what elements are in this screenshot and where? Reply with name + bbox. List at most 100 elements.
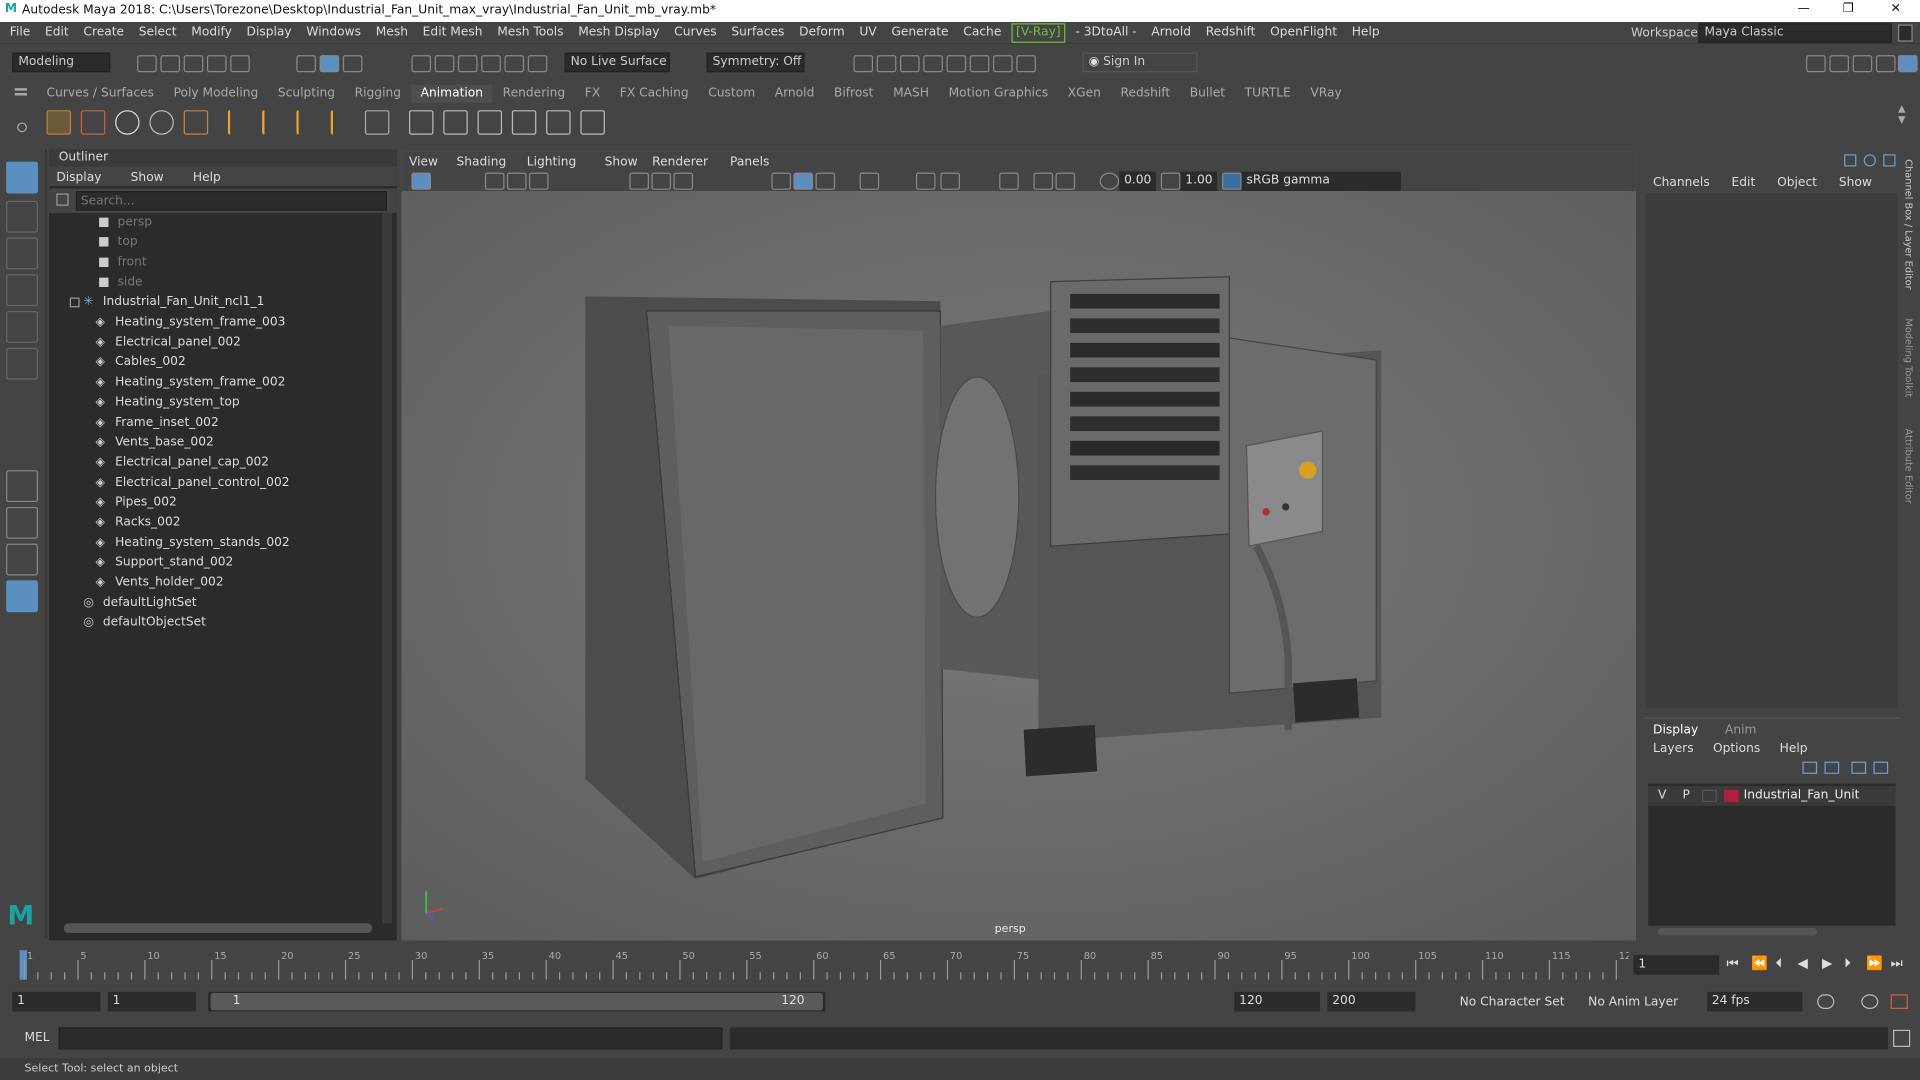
- shelf-tab-turtle[interactable]: TURTLE: [1235, 84, 1301, 104]
- menu-3dtoall[interactable]: - 3DtoAll -: [1068, 22, 1144, 44]
- shelf-options-icon[interactable]: [14, 88, 27, 96]
- menu-arnold[interactable]: Arnold: [1144, 22, 1198, 44]
- shelf-tab-rendering[interactable]: Rendering: [493, 84, 575, 104]
- viewport-menu-renderer[interactable]: Renderer: [652, 156, 708, 169]
- loop-icon[interactable]: [1817, 994, 1835, 1009]
- minimize-button[interactable]: —: [1798, 2, 1810, 15]
- channel-help-icon[interactable]: [1863, 154, 1876, 167]
- four-view-icon[interactable]: [6, 506, 38, 539]
- outliner-row[interactable]: ◈ Vents_base_002: [49, 433, 380, 453]
- film-gate-icon[interactable]: [651, 172, 672, 190]
- redo-icon[interactable]: [230, 55, 250, 73]
- ghost-icon[interactable]: [149, 110, 174, 135]
- channel-float-icon[interactable]: [1883, 154, 1896, 167]
- lasso-tool-icon[interactable]: [6, 200, 38, 233]
- outliner-row[interactable]: ◎ defaultObjectSet: [49, 613, 380, 633]
- path-animation-icon[interactable]: [443, 110, 468, 135]
- live-surface-field[interactable]: No Live Surface: [564, 52, 670, 73]
- undo-icon[interactable]: [206, 55, 227, 73]
- script-editor-icon[interactable]: [1893, 1029, 1911, 1047]
- render-settings-icon[interactable]: [923, 55, 943, 73]
- channel-menu-edit[interactable]: Edit: [1732, 176, 1756, 189]
- outliner-row[interactable]: ◈ Pipes_002: [49, 493, 380, 513]
- time-slider[interactable]: 1 5 10 15 20 25 30 35 40 45 50 55 60 65 70 75 80 85 90 95 10…: [0, 947, 1920, 983]
- viewport-panel[interactable]: View Shading Lighting Show Renderer Panels 0.…: [401, 151, 1636, 941]
- layer-type-box[interactable]: [1702, 789, 1717, 803]
- vray-render-icon[interactable]: [993, 55, 1013, 73]
- menu-uv[interactable]: UV: [852, 22, 884, 44]
- set-key-icon[interactable]: [227, 110, 252, 135]
- layer-menu-layers[interactable]: Layers: [1653, 742, 1694, 755]
- snap-grid-icon[interactable]: [411, 55, 432, 73]
- smooth-shade-icon[interactable]: [793, 172, 814, 190]
- single-view-icon[interactable]: [6, 470, 38, 503]
- outliner-row[interactable]: ◎ defaultLightSet: [49, 593, 380, 613]
- menu-help[interactable]: Help: [1344, 22, 1387, 44]
- go-to-end-icon[interactable]: ⏭: [1891, 955, 1903, 972]
- outliner-row[interactable]: ■ persp: [49, 213, 380, 233]
- outliner-row[interactable]: ◈ Vents_holder_002: [49, 573, 380, 593]
- shelf-tab-motion-graphics[interactable]: Motion Graphics: [939, 84, 1058, 104]
- timeline-icon[interactable]: [183, 110, 209, 135]
- step-forward-frame-icon[interactable]: ⏵: [1844, 955, 1851, 972]
- viewport-menu-panels[interactable]: Panels: [730, 156, 769, 169]
- tool-settings-icon[interactable]: [1875, 55, 1896, 73]
- outliner-menu-display[interactable]: Display: [56, 171, 101, 184]
- outliner-row[interactable]: ✳ Industrial_Fan_Unit_ncl1_1: [49, 293, 380, 313]
- select-object-icon[interactable]: [319, 55, 340, 73]
- side-tab-modeling-toolkit[interactable]: Modeling Toolkit: [1903, 318, 1914, 397]
- shelf-tab-sculpting[interactable]: Sculpting: [268, 84, 345, 104]
- layer-row[interactable]: V P Industrial_Fan_Unit: [1648, 786, 1896, 806]
- anim-layer-label[interactable]: No Anim Layer: [1588, 996, 1678, 1009]
- menu-edit[interactable]: Edit: [38, 22, 76, 44]
- menu-v-ray[interactable]: [V-Ray]: [1011, 23, 1066, 43]
- outliner-layout-icon[interactable]: [6, 580, 38, 613]
- color-management-icon[interactable]: [1222, 172, 1242, 190]
- rotate-tool-icon[interactable]: [6, 311, 38, 343]
- motion-trail-icon[interactable]: [115, 110, 140, 135]
- modeling-toolkit-icon[interactable]: [1806, 55, 1826, 73]
- ambient-occlusion-icon[interactable]: [940, 172, 961, 190]
- select-hierarchy-icon[interactable]: [296, 55, 316, 73]
- new-layer-selected-icon[interactable]: [1873, 761, 1889, 774]
- menu-edit-mesh[interactable]: Edit Mesh: [415, 22, 490, 44]
- curve-deform-icon[interactable]: [477, 110, 503, 135]
- shelf-scroll[interactable]: ▲ ▼: [1898, 103, 1910, 137]
- symmetry-dropdown[interactable]: Symmetry: Off: [706, 52, 805, 73]
- playblast-icon[interactable]: [46, 110, 72, 135]
- viewport-menu-show[interactable]: Show: [605, 156, 638, 169]
- outliner-row[interactable]: ◈ Cables_002: [49, 353, 380, 373]
- mode-dropdown[interactable]: Modeling: [12, 52, 111, 73]
- menu-redshift[interactable]: Redshift: [1198, 22, 1262, 44]
- xray-joints-icon[interactable]: [1055, 172, 1076, 190]
- ipr-render-icon[interactable]: [900, 55, 920, 73]
- outliner-vscroll[interactable]: [382, 213, 392, 924]
- play-backward-icon[interactable]: ◀: [1798, 955, 1808, 971]
- filter-icon[interactable]: [56, 193, 69, 206]
- shelf-tab-bifrost[interactable]: Bifrost: [824, 84, 883, 104]
- shadows-icon[interactable]: [915, 172, 936, 190]
- set-key-scale-icon[interactable]: [330, 110, 355, 135]
- wireframe-icon[interactable]: [771, 172, 792, 190]
- menu-mesh-display[interactable]: Mesh Display: [571, 22, 667, 44]
- isolate-select-icon[interactable]: [999, 172, 1019, 190]
- textured-icon[interactable]: [815, 172, 836, 190]
- shelf-settings-icon[interactable]: [17, 122, 27, 133]
- layer-menu-help[interactable]: Help: [1780, 742, 1808, 755]
- fps-dropdown[interactable]: 24 fps: [1706, 991, 1803, 1012]
- menu-display[interactable]: Display: [239, 22, 299, 44]
- side-tab-attribute-editor[interactable]: Attribute Editor: [1903, 429, 1914, 504]
- shelf-tab-xgen[interactable]: XGen: [1058, 84, 1111, 104]
- shelf-tab-bullet[interactable]: Bullet: [1180, 84, 1235, 104]
- time-slider-ruler[interactable]: 1 5 10 15 20 25 30 35 40 45 50 55 60 65 70 75 80 85 90 95 10…: [12, 948, 1629, 982]
- playback-end-field[interactable]: 120: [1234, 991, 1321, 1012]
- mel-input[interactable]: [58, 1027, 723, 1050]
- anim-prefs-icon[interactable]: [1890, 994, 1908, 1009]
- outliner-row[interactable]: ■ side: [49, 273, 380, 293]
- layer-menu-options[interactable]: Options: [1713, 742, 1760, 755]
- shelf-tab-fx-caching[interactable]: FX Caching: [610, 84, 698, 104]
- outliner-row[interactable]: ◈ Heating_system_frame_003: [49, 313, 380, 333]
- paint-select-icon[interactable]: [6, 237, 38, 270]
- outliner-row[interactable]: ■ top: [49, 233, 380, 253]
- open-scene-icon[interactable]: [160, 55, 181, 73]
